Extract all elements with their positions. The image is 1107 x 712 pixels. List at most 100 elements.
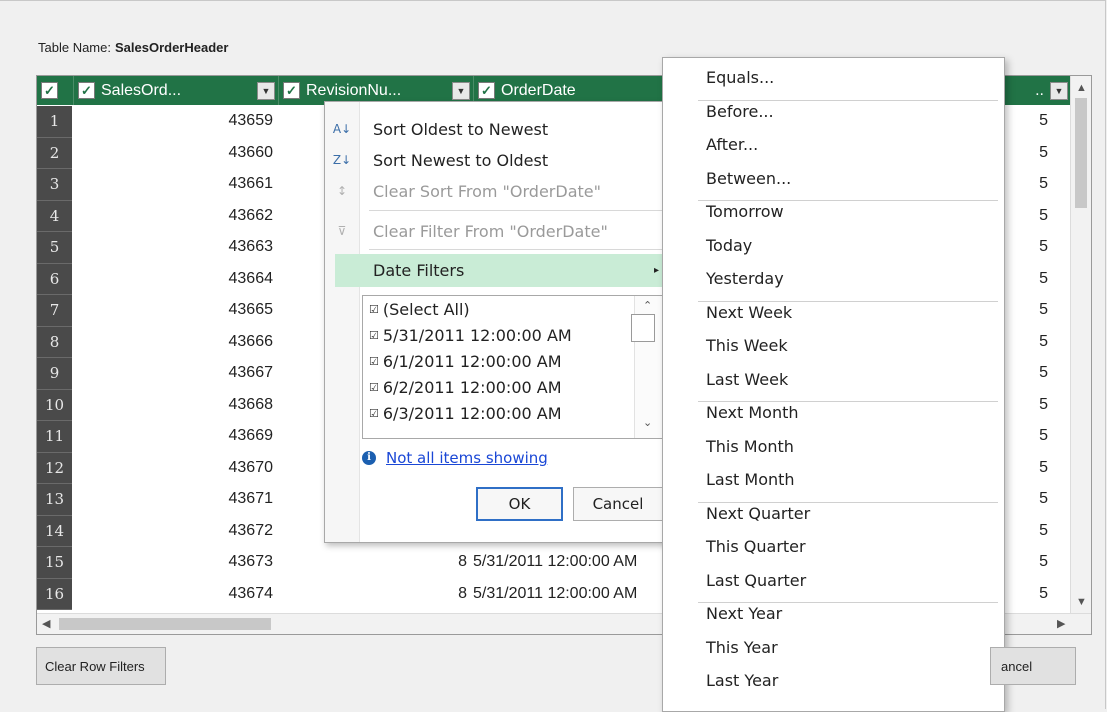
date-filters-item[interactable]: Date Filters ▸ — [335, 254, 669, 287]
value-list-item[interactable]: ☑ 6/1/2011 12:00:00 AM — [369, 352, 562, 371]
date-filter-option[interactable]: Last Month — [706, 470, 795, 489]
cell-last-column[interactable]: 5 — [1032, 175, 1048, 193]
ok-button[interactable]: OK — [476, 487, 563, 521]
row-number[interactable]: 14 — [37, 515, 72, 547]
scrollbar-thumb[interactable] — [59, 618, 271, 630]
row-number[interactable]: 12 — [37, 452, 72, 484]
column-checkbox[interactable]: ✓ — [283, 82, 300, 99]
scroll-down-icon[interactable]: ⌄ — [643, 416, 652, 429]
dialog-cancel-button[interactable]: ancel — [990, 647, 1076, 685]
column-header-last[interactable]: .. ▼ — [999, 76, 1071, 105]
clear-row-filters-button[interactable]: Clear Row Filters — [36, 647, 166, 685]
vertical-scrollbar[interactable]: ▲ ▼ — [1070, 76, 1091, 614]
date-filter-option[interactable]: After... — [706, 135, 758, 154]
list-scrollbar[interactable]: ⌃ ⌄ — [631, 296, 663, 438]
date-filter-option[interactable]: This Quarter — [706, 537, 806, 556]
cell-salesorderid[interactable]: 43668 — [73, 396, 277, 414]
cell-last-column[interactable]: 5 — [1032, 396, 1048, 414]
filter-dropdown-icon[interactable]: ▼ — [257, 81, 275, 100]
checkbox-icon[interactable]: ☑ — [369, 329, 379, 342]
date-filter-option[interactable]: Today — [706, 236, 752, 255]
cell-last-column[interactable]: 5 — [1032, 301, 1048, 319]
cell-salesorderid[interactable]: 43673 — [73, 553, 277, 571]
value-list[interactable]: ☑ (Select All) ☑ 5/31/2011 12:00:00 AM ☑ 6/1/… — [362, 295, 664, 439]
cell-salesorderid[interactable]: 43665 — [73, 301, 277, 319]
date-filter-option[interactable]: Last Quarter — [706, 571, 806, 590]
cell-last-column[interactable]: 5 — [1032, 364, 1048, 382]
date-filter-option[interactable]: Next Quarter — [706, 504, 810, 523]
date-filter-option[interactable]: Between... — [706, 169, 791, 188]
cell-salesorderid[interactable]: 43663 — [73, 238, 277, 256]
row-number[interactable]: 9 — [37, 358, 72, 390]
cell-revisionnumber[interactable]: 8 — [437, 553, 467, 571]
cell-salesorderid[interactable]: 43674 — [73, 585, 277, 603]
sort-ascending-item[interactable]: A↓ Sort Oldest to Newest — [325, 114, 669, 144]
date-filter-option[interactable]: Next Week — [706, 303, 792, 322]
cell-orderdate[interactable]: 5/31/2011 12:00:00 AM — [473, 553, 637, 571]
row-number[interactable]: 15 — [37, 547, 72, 579]
date-filter-option[interactable]: Last Year — [706, 671, 778, 690]
value-list-item[interactable]: ☑ (Select All) — [369, 300, 470, 319]
row-number[interactable]: 6 — [37, 263, 72, 295]
row-number[interactable]: 7 — [37, 295, 72, 327]
scroll-up-icon[interactable]: ⌃ — [643, 299, 652, 312]
cell-salesorderid[interactable]: 43671 — [73, 490, 277, 508]
scroll-up-icon[interactable]: ▲ — [1076, 82, 1087, 94]
value-list-item[interactable]: ☑ 6/2/2011 12:00:00 AM — [369, 378, 562, 397]
column-checkbox[interactable]: ✓ — [478, 82, 495, 99]
cell-last-column[interactable]: 5 — [1032, 207, 1048, 225]
cancel-button[interactable]: Cancel — [573, 487, 663, 521]
scrollbar-thumb[interactable] — [1075, 98, 1087, 208]
select-all-checkbox[interactable]: ✓ — [37, 76, 71, 105]
cell-last-column[interactable]: 5 — [1032, 585, 1048, 603]
cell-salesorderid[interactable]: 43672 — [73, 522, 277, 540]
date-filter-option[interactable]: This Year — [706, 638, 778, 657]
filter-dropdown-icon[interactable]: ▼ — [452, 81, 470, 100]
cell-salesorderid[interactable]: 43664 — [73, 270, 277, 288]
list-scrollbar-thumb[interactable] — [631, 314, 655, 342]
cell-last-column[interactable]: 5 — [1032, 427, 1048, 445]
scroll-left-icon[interactable]: ◀ — [42, 617, 50, 630]
checkbox-icon[interactable]: ☑ — [369, 355, 379, 368]
date-filter-option[interactable]: Yesterday — [706, 269, 784, 288]
cell-last-column[interactable]: 5 — [1032, 270, 1048, 288]
cell-last-column[interactable]: 5 — [1032, 490, 1048, 508]
cell-salesorderid[interactable]: 43660 — [73, 144, 277, 162]
row-number[interactable]: 16 — [37, 578, 72, 610]
row-number[interactable]: 4 — [37, 200, 72, 232]
cell-last-column[interactable]: 5 — [1032, 333, 1048, 351]
cell-salesorderid[interactable]: 43666 — [73, 333, 277, 351]
cell-orderdate[interactable]: 5/31/2011 12:00:00 AM — [473, 585, 637, 603]
cell-last-column[interactable]: 5 — [1032, 112, 1048, 130]
cell-last-column[interactable]: 5 — [1032, 238, 1048, 256]
cell-last-column[interactable]: 5 — [1032, 459, 1048, 477]
filter-dropdown-icon[interactable]: ▼ — [1050, 81, 1068, 100]
checkbox-icon[interactable]: ☑ — [369, 407, 379, 420]
date-filter-option[interactable]: Next Month — [706, 403, 799, 422]
scroll-right-icon[interactable]: ▶ — [1057, 617, 1065, 630]
column-checkbox[interactable]: ✓ — [78, 82, 95, 99]
cell-salesorderid[interactable]: 43662 — [73, 207, 277, 225]
cell-revisionnumber[interactable]: 8 — [437, 585, 467, 603]
cell-salesorderid[interactable]: 43661 — [73, 175, 277, 193]
cell-salesorderid[interactable]: 43670 — [73, 459, 277, 477]
checkbox-icon[interactable]: ☑ — [369, 381, 379, 394]
date-filter-option[interactable]: This Month — [706, 437, 794, 456]
date-filter-option[interactable]: Before... — [706, 102, 774, 121]
row-number[interactable]: 1 — [37, 106, 72, 138]
date-filter-option[interactable]: Equals... — [706, 68, 774, 87]
not-all-items-link[interactable]: Not all items showing — [386, 449, 548, 467]
row-number[interactable]: 5 — [37, 232, 72, 264]
date-filter-option[interactable]: This Week — [706, 336, 788, 355]
row-number[interactable]: 13 — [37, 484, 72, 516]
cell-last-column[interactable]: 5 — [1032, 553, 1048, 571]
row-number[interactable]: 2 — [37, 137, 72, 169]
sort-descending-item[interactable]: Z↓ Sort Newest to Oldest — [325, 145, 669, 175]
row-number[interactable]: 10 — [37, 389, 72, 421]
value-list-item[interactable]: ☑ 5/31/2011 12:00:00 AM — [369, 326, 572, 345]
scroll-down-icon[interactable]: ▼ — [1076, 596, 1087, 608]
checkbox-icon[interactable]: ☑ — [369, 303, 379, 316]
cell-salesorderid[interactable]: 43669 — [73, 427, 277, 445]
cell-last-column[interactable]: 5 — [1032, 522, 1048, 540]
date-filter-option[interactable]: Next Year — [706, 604, 782, 623]
